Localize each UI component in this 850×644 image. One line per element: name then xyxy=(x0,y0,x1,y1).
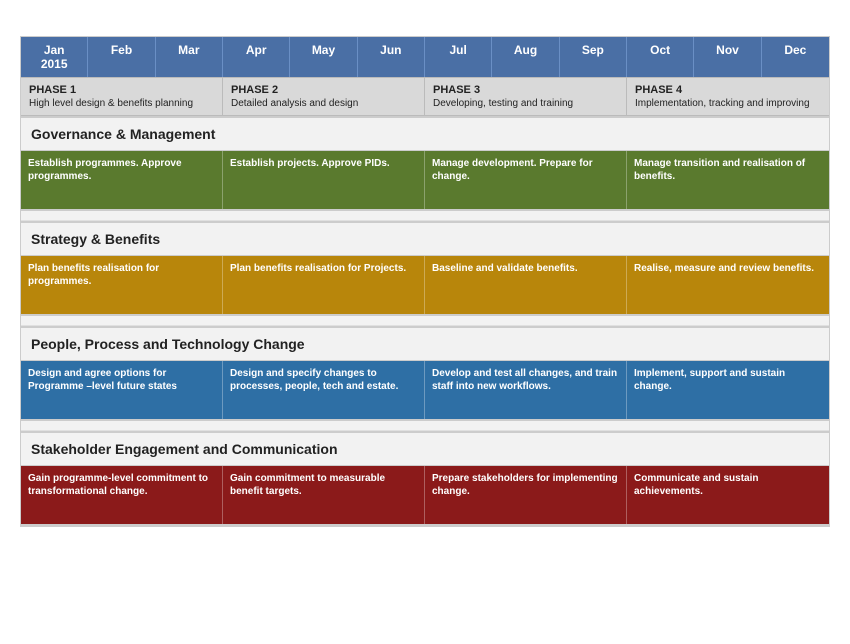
month-header-cell: Dec xyxy=(762,37,829,77)
phase-row: PHASE 1High level design & benefits plan… xyxy=(21,77,829,116)
roadmap-grid: Jan2015FebMarAprMayJunJulAugSepOctNovDec… xyxy=(20,36,830,527)
activity-cell: Design and agree options for Programme –… xyxy=(21,361,223,419)
activity-cell: Plan benefits realisation for Projects. xyxy=(223,256,425,314)
activity-cell: Baseline and validate benefits. xyxy=(425,256,627,314)
section-spacer xyxy=(21,316,829,326)
activity-cell: Implement, support and sustain change. xyxy=(627,361,829,419)
month-header-cell: Jan2015 xyxy=(21,37,88,77)
section-label: Governance & Management xyxy=(21,116,829,151)
activity-row: Plan benefits realisation for programmes… xyxy=(21,256,829,316)
activity-cell: Communicate and sustain achievements. xyxy=(627,466,829,524)
section-spacer xyxy=(21,421,829,431)
section-label: Strategy & Benefits xyxy=(21,221,829,256)
month-header-cell: Aug xyxy=(492,37,559,77)
activity-cell: Establish projects. Approve PIDs. xyxy=(223,151,425,209)
activity-cell: Design and specify changes to processes,… xyxy=(223,361,425,419)
activity-cell: Gain commitment to measurable benefit ta… xyxy=(223,466,425,524)
activity-cell: Plan benefits realisation for programmes… xyxy=(21,256,223,314)
activity-row: Establish programmes. Approve programmes… xyxy=(21,151,829,211)
activity-cell: Realise, measure and review benefits. xyxy=(627,256,829,314)
sections-container: Governance & ManagementEstablish program… xyxy=(21,116,829,526)
activity-cell: Prepare stakeholders for implementing ch… xyxy=(425,466,627,524)
activity-cell: Gain programme-level commitment to trans… xyxy=(21,466,223,524)
activity-row: Design and agree options for Programme –… xyxy=(21,361,829,421)
month-header-cell: Oct xyxy=(627,37,694,77)
month-header-cell: Jun xyxy=(358,37,425,77)
month-header-cell: Nov xyxy=(694,37,761,77)
phase-block: PHASE 1High level design & benefits plan… xyxy=(21,78,223,115)
activity-cell: Manage transition and realisation of ben… xyxy=(627,151,829,209)
activity-row: Gain programme-level commitment to trans… xyxy=(21,466,829,526)
month-header-cell: Sep xyxy=(560,37,627,77)
month-header-cell: May xyxy=(290,37,357,77)
month-header-cell: Jul xyxy=(425,37,492,77)
activity-cell: Develop and test all changes, and train … xyxy=(425,361,627,419)
phase-block: PHASE 3Developing, testing and training xyxy=(425,78,627,115)
section-label: Stakeholder Engagement and Communication xyxy=(21,431,829,466)
phase-block: PHASE 4Implementation, tracking and impr… xyxy=(627,78,829,115)
activity-cell: Establish programmes. Approve programmes… xyxy=(21,151,223,209)
section-spacer xyxy=(21,211,829,221)
month-header-cell: Apr xyxy=(223,37,290,77)
month-header-row: Jan2015FebMarAprMayJunJulAugSepOctNovDec xyxy=(21,37,829,77)
phase-block: PHASE 2Detailed analysis and design xyxy=(223,78,425,115)
activity-cell: Manage development. Prepare for change. xyxy=(425,151,627,209)
month-header-cell: Feb xyxy=(88,37,155,77)
section-label: People, Process and Technology Change xyxy=(21,326,829,361)
month-header-cell: Mar xyxy=(156,37,223,77)
